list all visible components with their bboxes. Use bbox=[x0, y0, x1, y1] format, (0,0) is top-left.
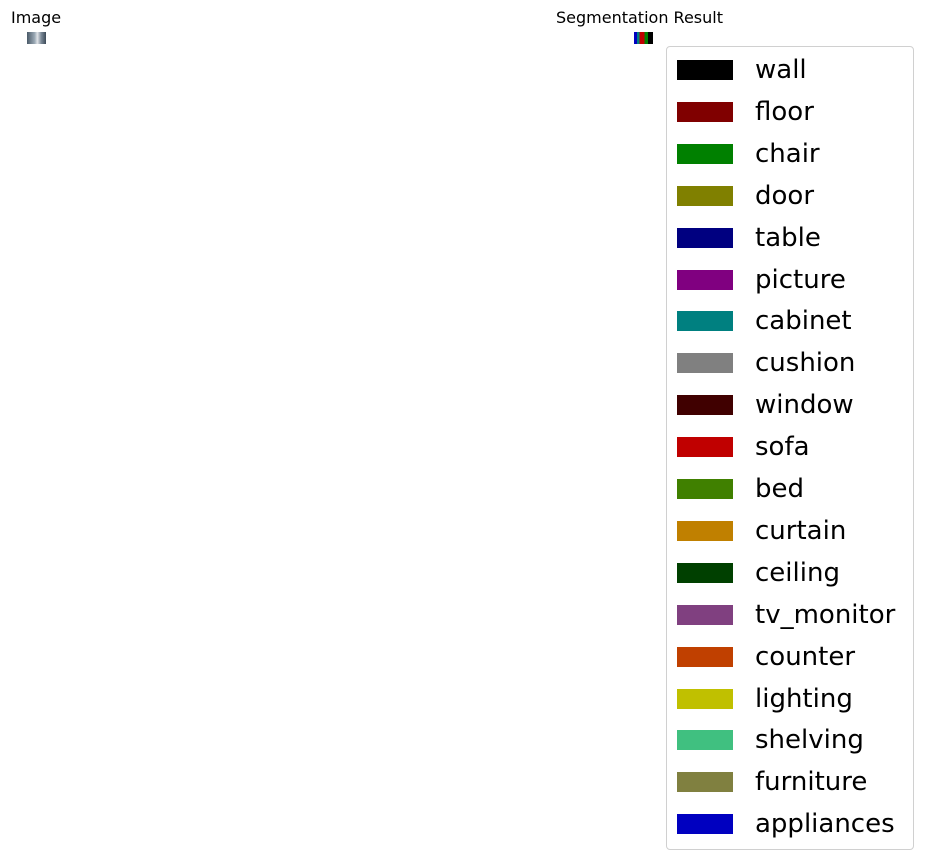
legend-swatch bbox=[677, 479, 733, 499]
legend-label: table bbox=[755, 222, 821, 253]
legend-item-picture: picture bbox=[677, 265, 846, 295]
legend-item-sofa: sofa bbox=[677, 432, 810, 462]
legend-swatch bbox=[677, 646, 733, 667]
segmentation-panel-title: Segmentation Result bbox=[556, 8, 723, 27]
legend-item-lighting: lighting bbox=[677, 684, 853, 714]
legend-swatch bbox=[677, 269, 733, 290]
legend-swatch bbox=[677, 101, 733, 122]
legend-item-ceiling: ceiling bbox=[677, 558, 840, 588]
legend-label: counter bbox=[755, 641, 856, 672]
legend-label: lighting bbox=[755, 683, 853, 714]
legend-label: floor bbox=[755, 96, 814, 127]
legend-label: wall bbox=[755, 55, 807, 85]
class-legend: wall floor chair door table picture cabinet cus… bbox=[666, 46, 914, 850]
legend-label: picture bbox=[755, 264, 846, 295]
image-panel-title: Image bbox=[11, 8, 62, 27]
legend-item-tv-monitor: tv_monitor bbox=[677, 600, 895, 630]
legend-swatch bbox=[677, 395, 733, 416]
legend-item-cushion: cushion bbox=[677, 348, 855, 378]
legend-swatch bbox=[677, 520, 733, 541]
legend-item-floor: floor bbox=[677, 97, 814, 127]
legend-label: ceiling bbox=[755, 557, 840, 588]
legend-item-chair: chair bbox=[677, 139, 820, 169]
legend-item-window: window bbox=[677, 390, 854, 420]
legend-item-cabinet: cabinet bbox=[677, 306, 852, 336]
legend-label: door bbox=[755, 180, 815, 211]
legend-swatch bbox=[677, 60, 733, 80]
legend-swatch bbox=[677, 688, 733, 709]
legend-label: sofa bbox=[755, 432, 810, 463]
legend-label: cushion bbox=[755, 348, 856, 379]
legend-swatch bbox=[677, 730, 733, 751]
legend-item-furniture: furniture bbox=[677, 767, 867, 797]
legend-item-table: table bbox=[677, 223, 821, 253]
legend-swatch bbox=[677, 227, 733, 248]
legend-swatch bbox=[677, 185, 733, 206]
segmentation-result-thumbnail bbox=[634, 32, 653, 44]
legend-item-counter: counter bbox=[677, 642, 855, 672]
legend-item-wall: wall bbox=[677, 55, 807, 85]
legend-label: furniture bbox=[755, 767, 868, 798]
legend-swatch bbox=[677, 437, 733, 458]
legend-swatch bbox=[677, 353, 733, 374]
legend-swatch bbox=[677, 143, 733, 164]
legend-label: bed bbox=[755, 474, 805, 504]
legend-swatch bbox=[677, 772, 733, 793]
legend-label: tv_monitor bbox=[755, 599, 896, 630]
legend-label: curtain bbox=[755, 515, 847, 546]
legend-label: appliances bbox=[755, 809, 895, 840]
legend-item-appliances: appliances bbox=[677, 809, 895, 839]
legend-label: chair bbox=[755, 138, 820, 169]
legend-label: window bbox=[755, 390, 854, 421]
legend-label: shelving bbox=[755, 725, 864, 756]
legend-item-shelving: shelving bbox=[677, 725, 864, 755]
legend-swatch bbox=[677, 311, 733, 332]
legend-item-curtain: curtain bbox=[677, 516, 846, 546]
legend-item-bed: bed bbox=[677, 474, 804, 504]
legend-swatch bbox=[677, 604, 733, 625]
input-image-thumbnail bbox=[27, 32, 46, 44]
legend-label: cabinet bbox=[755, 306, 852, 337]
legend-swatch bbox=[677, 814, 733, 835]
legend-swatch bbox=[677, 562, 733, 583]
legend-item-door: door bbox=[677, 181, 814, 211]
